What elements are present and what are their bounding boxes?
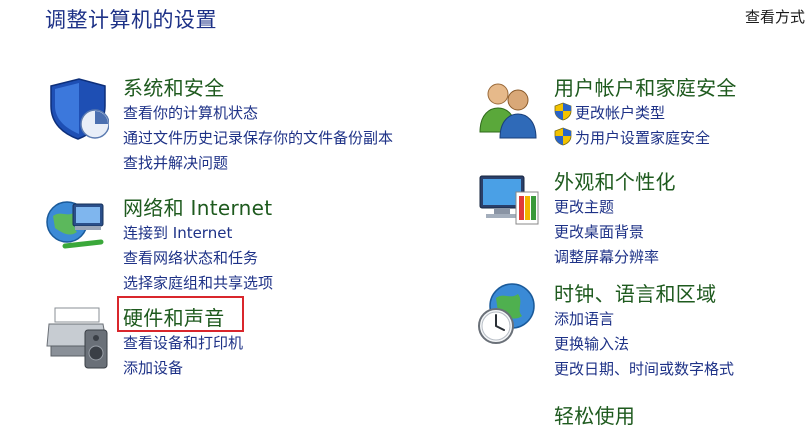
printer-speaker-icon <box>46 307 108 369</box>
view-by-label[interactable]: 查看方式 <box>745 6 805 27</box>
link-view-computer-status[interactable]: 查看你的计算机状态 <box>123 101 393 126</box>
link-devices-printers[interactable]: 查看设备和打印机 <box>123 331 243 356</box>
link-date-time-format[interactable]: 更改日期、时间或数字格式 <box>554 357 734 382</box>
link-file-history-backup[interactable]: 通过文件历史记录保存你的文件备份副本 <box>123 126 393 151</box>
category-title-appearance[interactable]: 外观和个性化 <box>554 166 676 195</box>
uac-shield-icon <box>554 127 572 146</box>
clock-globe-icon <box>478 283 535 344</box>
link-screen-resolution[interactable]: 调整屏幕分辨率 <box>554 245 659 270</box>
link-network-status[interactable]: 查看网络状态和任务 <box>123 246 273 271</box>
monitor-palette-icon <box>479 175 539 225</box>
category-title-system[interactable]: 系统和安全 <box>123 72 225 101</box>
link-troubleshoot[interactable]: 查找并解决问题 <box>123 151 393 176</box>
link-change-theme[interactable]: 更改主题 <box>554 195 659 220</box>
page-title: 调整计算机的设置 <box>45 8 217 32</box>
link-change-account-type-label: 更改帐户类型 <box>575 104 666 122</box>
link-change-input-method[interactable]: 更换输入法 <box>554 332 734 357</box>
users-icon <box>479 83 537 139</box>
link-add-language[interactable]: 添加语言 <box>554 307 734 332</box>
security-shield-icon <box>50 78 109 140</box>
category-title-network[interactable]: 网络和 Internet <box>123 192 272 221</box>
link-family-safety[interactable]: 为用户设置家庭安全 <box>554 126 710 151</box>
link-add-device[interactable]: 添加设备 <box>123 356 243 381</box>
network-globe-icon <box>46 201 104 249</box>
link-change-account-type[interactable]: 更改帐户类型 <box>554 101 710 126</box>
link-desktop-background[interactable]: 更改桌面背景 <box>554 220 659 245</box>
highlight-box <box>117 296 244 332</box>
link-family-safety-label: 为用户设置家庭安全 <box>575 129 711 147</box>
uac-shield-icon <box>554 102 572 121</box>
category-title-clock[interactable]: 时钟、语言和区域 <box>554 278 716 307</box>
link-homegroup-sharing[interactable]: 选择家庭组和共享选项 <box>123 271 273 296</box>
category-title-ease[interactable]: 轻松使用 <box>554 400 635 429</box>
link-connect-internet[interactable]: 连接到 Internet <box>123 221 273 246</box>
category-title-users[interactable]: 用户帐户和家庭安全 <box>554 72 737 101</box>
